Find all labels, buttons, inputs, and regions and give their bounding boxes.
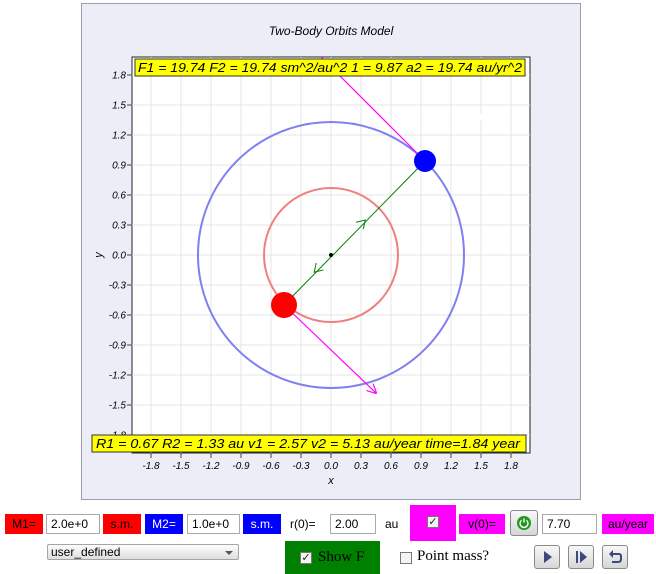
plot-panel: Two-Body Orbits Model -1.8 -1.5 -1.2 -0.9 -0… xyxy=(81,3,581,500)
y-tick-label: 0.3 xyxy=(112,221,126,232)
x-tick-label: 0.0 xyxy=(324,461,338,472)
r0-unit-label: au xyxy=(385,517,399,531)
center-of-mass-marker xyxy=(329,253,333,257)
show-f-checkbox[interactable]: ✓ xyxy=(300,552,312,564)
v0-input[interactable]: 7.70 xyxy=(542,514,597,534)
m2-input[interactable]: 1.0e+0 xyxy=(187,514,240,534)
x-tick-label: 0.6 xyxy=(384,461,398,472)
m2-label: M2= xyxy=(145,514,183,534)
y-tick-label: 0.0 xyxy=(112,251,126,262)
power-icon xyxy=(517,516,531,530)
m1-unit-label: s.m. xyxy=(103,514,141,534)
step-button[interactable] xyxy=(568,545,594,569)
y-tick-label: 1.8 xyxy=(112,71,126,82)
play-icon xyxy=(544,551,552,563)
x-tick-label: -0.9 xyxy=(232,461,250,472)
y-tick-label: -1.2 xyxy=(109,371,127,382)
y-tick-labels: 1.8 1.5 1.2 0.9 0.6 0.3 0.0 -0.3 -0.6 -0.9 -1.2 -1.… xyxy=(109,71,127,442)
point-mass-label: Point mass? xyxy=(417,548,490,564)
x-tick-label: 1.2 xyxy=(444,461,458,472)
x-tick-label: -1.8 xyxy=(142,461,160,472)
plot-title: Two-Body Orbits Model xyxy=(269,24,394,38)
force-readout-text: F1 = 19.74 F2 = 19.74 sm^2/au^2 1 = 9.87… xyxy=(138,61,522,75)
x-tick-label: -0.6 xyxy=(262,461,280,472)
preset-select-value: user_defined xyxy=(51,545,121,559)
reset-button[interactable] xyxy=(602,545,628,569)
y-tick-label: -1.5 xyxy=(109,401,127,412)
x-tick-label: -0.3 xyxy=(292,461,310,472)
m1-input[interactable]: 2.0e+0 xyxy=(46,514,100,534)
show-f-toggle[interactable]: ✓ Show F xyxy=(285,541,380,574)
x-tick-label: 1.8 xyxy=(504,461,518,472)
y-tick-label: 1.2 xyxy=(112,131,126,142)
state-readout-text: R1 = 0.67 R2 = 1.33 au v1 = 2.57 v2 = 5.… xyxy=(96,437,521,451)
y-tick-label: -0.6 xyxy=(109,311,127,322)
x-tick-label: -1.2 xyxy=(202,461,220,472)
y-tick-label: -0.3 xyxy=(109,281,127,292)
r0-input[interactable]: 2.00 xyxy=(330,514,376,534)
x-tick-label: -1.5 xyxy=(172,461,190,472)
v0-label: v(0)= xyxy=(459,514,505,534)
play-button[interactable] xyxy=(534,545,560,569)
m2-unit-label: s.m. xyxy=(243,514,281,534)
body2[interactable] xyxy=(414,150,436,172)
v0-checkbox[interactable]: ✓ xyxy=(427,516,439,528)
v0-unit-label: au/year xyxy=(602,514,654,534)
x-tick-label: 0.9 xyxy=(414,461,428,472)
reset-icon xyxy=(609,550,622,563)
y-tick-label: -0.9 xyxy=(109,341,127,352)
point-mass-checkbox[interactable] xyxy=(400,552,412,564)
show-f-label: Show F xyxy=(318,549,365,565)
body1[interactable] xyxy=(271,292,297,318)
x-tick-label: 1.5 xyxy=(474,461,488,472)
orbit-plot[interactable]: Two-Body Orbits Model -1.8 -1.5 -1.2 -0.9 -0… xyxy=(82,4,582,501)
m1-label: M1= xyxy=(5,514,43,534)
y-tick-label: 1.5 xyxy=(112,101,126,112)
y-tick-label: 0.9 xyxy=(112,161,126,172)
x-tick-labels: -1.8 -1.5 -1.2 -0.9 -0.6 -0.3 0.0 0.3 0.6 0.9 1.2 1… xyxy=(142,461,518,472)
y-tick-label: 0.6 xyxy=(112,191,126,202)
preset-select[interactable]: user_defined xyxy=(47,544,239,560)
v0-toggle-panel: ✓ xyxy=(410,505,456,541)
step-icon xyxy=(576,551,587,563)
x-axis-label: x xyxy=(327,475,334,487)
r0-label: r(0)= xyxy=(290,517,316,531)
readout-gap xyxy=(477,114,489,120)
chevron-down-icon xyxy=(225,551,233,555)
x-tick-label: 0.3 xyxy=(354,461,368,472)
y-axis-label: y xyxy=(93,251,105,259)
power-button[interactable] xyxy=(510,510,538,536)
